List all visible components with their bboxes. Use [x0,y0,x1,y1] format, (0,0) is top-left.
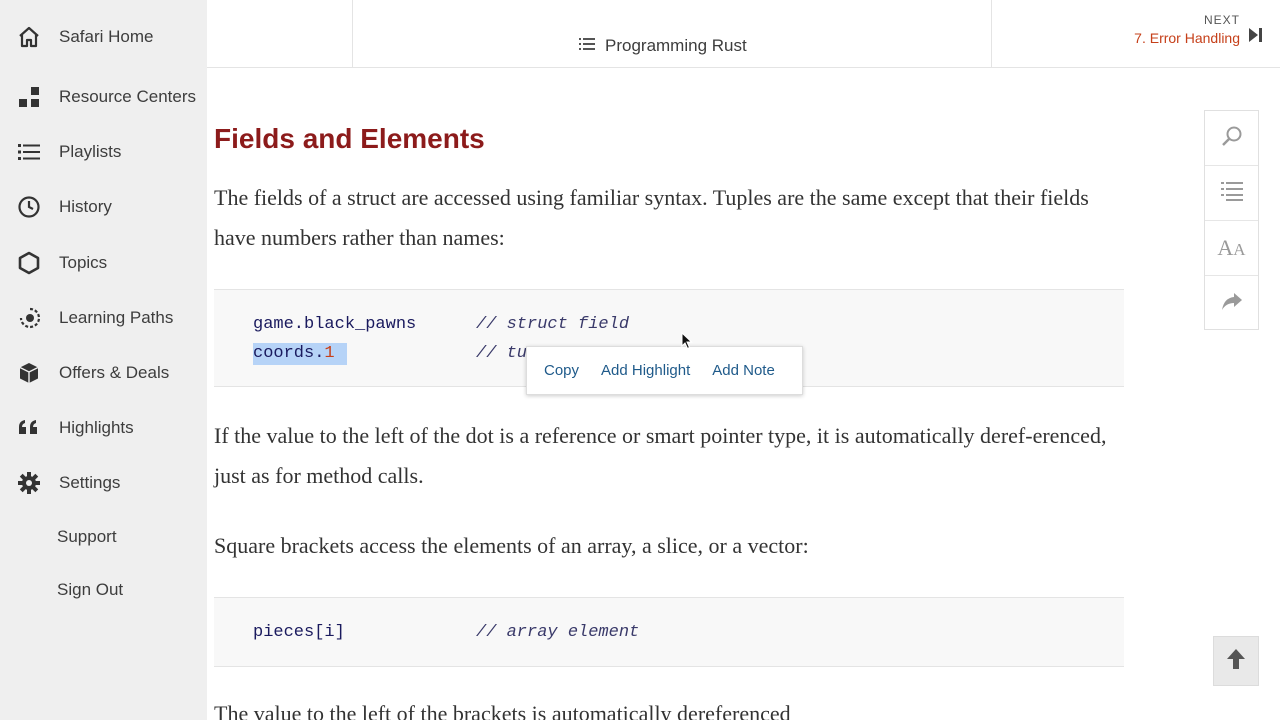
sidebar-item-learning-paths[interactable]: Learning Paths [0,298,207,338]
sidebar-item-support[interactable]: Support [0,517,207,557]
book-title: Programming Rust [605,36,747,55]
cube-icon [16,360,42,386]
sidebar-item-settings[interactable]: Settings [0,463,207,503]
divider [991,0,992,68]
sidebar-item-resource-centers[interactable]: Resource Centers [0,77,207,117]
top-bar: Programming Rust NEXT 7. Error Handling [207,0,1280,68]
table-of-contents-icon [579,37,595,56]
sidebar-item-label: History [59,197,112,216]
share-icon [1221,291,1243,316]
sidebar-item-topics[interactable]: Topics [0,243,207,283]
code-number: 1 [324,344,335,363]
back-to-top-button[interactable] [1213,636,1259,686]
selection-popup: Copy Add Highlight Add Note [526,346,803,395]
sidebar-item-label: Topics [59,253,108,272]
resource-centers-icon [16,84,42,110]
sidebar-item-label: Sign Out [57,580,124,599]
sidebar-item-playlists[interactable]: Playlists [0,132,207,172]
selected-code-line: coords.1 [253,343,347,365]
quote-icon [16,415,42,441]
next-chapter-link[interactable]: 7. Error Handling [1134,30,1240,46]
skip-next-icon[interactable] [1248,26,1264,49]
gear-icon [16,470,42,496]
learning-paths-icon [16,305,42,331]
paragraph: Square brackets access the elements of a… [214,533,809,558]
table-of-contents-button[interactable] [1205,166,1258,221]
paragraph: If the value to the left of the dot is a… [214,423,1107,488]
add-note-button[interactable]: Add Note [712,362,775,379]
sidebar-item-label: Resource Centers [59,87,197,106]
sidebar-item-label: Settings [59,473,121,492]
code-line: pieces[i] [253,623,345,642]
add-highlight-button[interactable]: Add Highlight [601,362,690,379]
sidebar-item-history[interactable]: History [0,187,207,227]
sidebar-item-safari-home[interactable]: Safari Home [0,17,207,57]
copy-button[interactable]: Copy [544,362,579,379]
list-icon [16,139,42,165]
share-button[interactable] [1205,276,1258,331]
mouse-cursor-icon [681,331,693,355]
clock-icon [16,194,42,220]
sidebar-item-label: Safari Home [59,27,154,46]
font-size-button[interactable]: AA [1205,221,1258,276]
code-line: game.black_pawns [253,315,417,334]
code-block: pieces[i] // array element [214,597,1124,667]
hexagon-icon [16,250,42,276]
sidebar-item-offers-deals[interactable]: Offers & Deals [0,353,207,393]
sidebar-item-sign-out[interactable]: Sign Out [0,570,207,610]
book-title-button[interactable]: Programming Rust [579,36,747,56]
sidebar-item-label: Playlists [59,142,122,161]
font-size-icon: AA [1217,235,1246,260]
code-text: coords. [253,344,325,363]
sidebar: Safari Home Resource Centers Playlists H… [0,0,207,720]
sidebar-item-highlights[interactable]: Highlights [0,408,207,448]
reader-tools: AA [1204,110,1259,330]
sidebar-item-label: Highlights [59,418,134,437]
paragraph: The fields of a struct are accessed usin… [214,185,1089,250]
sidebar-item-label: Offers & Deals [59,363,170,382]
search-button[interactable] [1205,111,1258,166]
sidebar-item-label: Support [57,527,117,546]
section-heading: Fields and Elements [214,123,485,154]
next-label: NEXT [1203,13,1240,27]
table-of-contents-icon [1220,181,1243,206]
arrow-up-icon [1226,648,1246,675]
sidebar-item-label: Learning Paths [59,308,174,327]
code-comment: // tu [476,344,528,363]
divider [352,0,353,68]
paragraph: The value to the left of the brackets is… [214,701,791,720]
code-comment: // struct field [476,315,630,334]
home-icon [16,24,42,50]
search-icon [1220,124,1244,153]
code-comment: // array element [476,623,640,642]
